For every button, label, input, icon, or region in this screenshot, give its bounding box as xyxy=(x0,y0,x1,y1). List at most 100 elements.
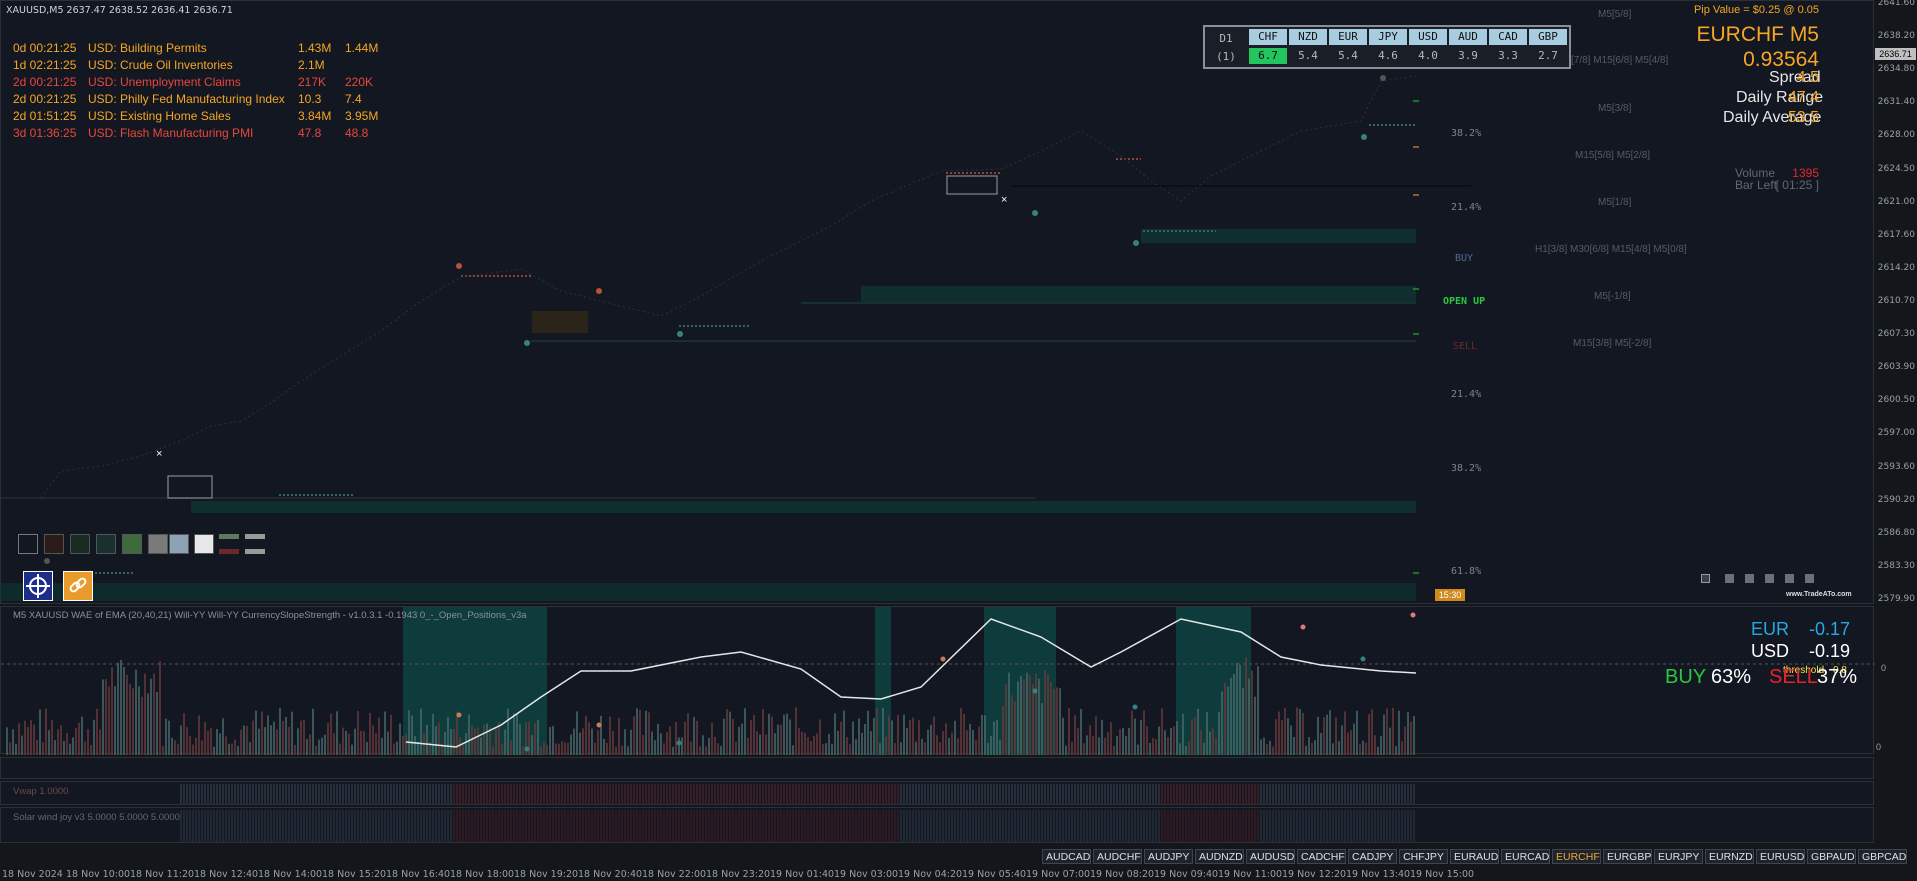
news-time: 1d 02:21:25 xyxy=(13,58,77,72)
indicator-pane[interactable]: M5 XAUUSD WAE of EMA (20,40,21) Will-YY … xyxy=(0,606,1886,755)
time-tick: 18 Nov 23:20 xyxy=(706,869,771,880)
signal-dot xyxy=(1032,688,1038,694)
time-tick: 19 Nov 04:20 xyxy=(898,869,963,880)
usd-strength-label: USD xyxy=(1751,641,1790,661)
signal-dot xyxy=(677,331,683,337)
pair-button-eurcad[interactable]: EURCAD xyxy=(1501,849,1550,864)
sell-percent-label: SELL xyxy=(1769,666,1818,688)
color-swatch[interactable] xyxy=(194,534,214,554)
panel-toggle[interactable] xyxy=(1765,574,1774,583)
usd-strength-value: -0.19 xyxy=(1809,641,1851,661)
signal-dot xyxy=(44,558,50,564)
murrey-label: M15[5/8] M5[2/8] xyxy=(1575,150,1651,161)
currency-strength-table: D1 (1) CHF NZD EUR JPY USD AUD CAD GBP 6.7 5.4 5.… xyxy=(1203,25,1571,69)
news-previous: 1.44M xyxy=(345,41,379,55)
news-forecast: 217K xyxy=(298,75,327,89)
pair-button-chfjpy[interactable]: CHFJPY xyxy=(1399,849,1448,864)
color-swatch[interactable] xyxy=(219,534,239,539)
pair-button-eurusd[interactable]: EURUSD xyxy=(1756,849,1805,864)
buy-percent-label: BUY xyxy=(1665,666,1707,688)
pair-button-audcad[interactable]: AUDCAD xyxy=(1042,849,1091,864)
price-tick: 2597.00 xyxy=(1877,428,1915,439)
pair-button-euraud[interactable]: EURAUD xyxy=(1450,849,1499,864)
color-swatch[interactable] xyxy=(245,549,265,554)
color-swatch[interactable] xyxy=(44,534,64,554)
signal-dot xyxy=(1360,656,1366,662)
signal-dot xyxy=(1132,704,1138,710)
link-icon[interactable] xyxy=(63,571,93,601)
murrey-label: M15[3/8] M5[-2/8] xyxy=(1573,338,1652,349)
panel-toggle[interactable] xyxy=(1785,574,1794,583)
murrey-label: M5[1/8] xyxy=(1598,197,1632,208)
vwap-canvas xyxy=(180,784,1415,804)
strength-value: 2.7 xyxy=(1538,49,1558,62)
color-swatch[interactable] xyxy=(18,534,38,554)
vwap-title: Vwap 1.0000 xyxy=(13,786,69,797)
eur-strength-value: -0.17 xyxy=(1809,619,1851,639)
news-previous: 7.4 xyxy=(345,92,362,106)
signal-dot xyxy=(940,656,946,662)
news-event: USD: Philly Fed Manufacturing Index xyxy=(88,92,285,106)
pair-button-eurnzd[interactable]: EURNZD xyxy=(1705,849,1754,864)
time-tick: 19 Nov 12:20 xyxy=(1282,869,1347,880)
pair-button-eurchf[interactable]: EURCHF xyxy=(1552,849,1601,864)
pair-button-cadchf[interactable]: CADCHF xyxy=(1297,849,1346,864)
range-box xyxy=(532,311,588,333)
news-previous: 3.95M xyxy=(345,109,379,123)
pair-button-cadjpy[interactable]: CADJPY xyxy=(1348,849,1397,864)
sell-signal-label: SELL xyxy=(1453,341,1478,352)
signal-dot xyxy=(596,288,602,294)
main-chart-pane[interactable]: × × XAUUSD,M5 2637.47 2638.52 2636.41 26… xyxy=(0,0,1874,604)
time-tick: 18 Nov 2024 xyxy=(2,869,63,880)
panel-toggle[interactable] xyxy=(1745,574,1754,583)
time-tick: 19 Nov 01:40 xyxy=(770,869,835,880)
pair-button-audchf[interactable]: AUDCHF xyxy=(1093,849,1142,864)
murrey-label: M5[3/8] xyxy=(1598,103,1632,114)
pair-button-eurgbp[interactable]: EURGBP xyxy=(1603,849,1652,864)
time-tick: 18 Nov 18:00 xyxy=(450,869,515,880)
pair-button-gbpcad[interactable]: GBPCAD xyxy=(1858,849,1907,864)
news-event: USD: Flash Manufacturing PMI xyxy=(88,126,254,140)
color-swatch[interactable] xyxy=(245,534,265,539)
pair-button-eurjpy[interactable]: EURJPY xyxy=(1654,849,1703,864)
color-swatch[interactable] xyxy=(219,549,239,554)
crosshair-icon[interactable] xyxy=(23,571,53,601)
news-event: USD: Crude Oil Inventories xyxy=(88,58,233,72)
strength-value: 3.3 xyxy=(1498,49,1518,62)
range-box xyxy=(167,475,213,499)
signal-dot xyxy=(1300,624,1306,630)
pair-button-audnzd[interactable]: AUDNZD xyxy=(1195,849,1244,864)
solar-title: Solar wind joy v3 5.0000 5.0000 5.0000 xyxy=(13,812,180,823)
panel-toggle[interactable] xyxy=(1725,574,1734,583)
color-swatch[interactable] xyxy=(122,534,142,554)
news-forecast: 10.3 xyxy=(298,92,322,106)
price-tick: 2628.00 xyxy=(1877,130,1915,141)
signal-dot xyxy=(1361,134,1367,140)
bottom-zone xyxy=(1,583,1416,601)
price-tick: 2631.40 xyxy=(1877,97,1915,108)
pair-button-gbpaud[interactable]: GBPAUD xyxy=(1807,849,1856,864)
color-swatch[interactable] xyxy=(169,534,189,554)
solar-wind-pane[interactable]: Solar wind joy v3 5.0000 5.0000 5.0000 xyxy=(0,807,1874,843)
strength-currency-header: CHF xyxy=(1249,29,1287,45)
news-forecast: 3.84M xyxy=(298,109,332,123)
news-forecast: 47.8 xyxy=(298,126,322,140)
strength-timeframe: D1 xyxy=(1219,32,1233,45)
vwap-pane[interactable]: Vwap 1.0000 xyxy=(0,781,1874,805)
panel-toggle[interactable] xyxy=(1701,574,1710,583)
price-axis: 2641.60 2638.20 2634.80 2631.40 2628.00 2624.… xyxy=(1874,0,1917,604)
color-swatch[interactable] xyxy=(96,534,116,554)
pair-button-audjpy[interactable]: AUDJPY xyxy=(1144,849,1193,864)
murrey-label: M5[5/8] xyxy=(1598,9,1632,20)
time-tick: 19 Nov 11:00 xyxy=(1218,869,1283,880)
brand-label: www.TradeATo.com xyxy=(1786,591,1852,598)
strength-value: 4.0 xyxy=(1418,49,1438,62)
open-up-label: OPEN UP xyxy=(1443,296,1486,307)
price-tick: 2607.30 xyxy=(1877,329,1915,340)
empty-sub-pane[interactable] xyxy=(0,757,1874,779)
panel-toggle[interactable] xyxy=(1805,574,1814,583)
time-tick: 18 Nov 12:40 xyxy=(194,869,259,880)
color-swatch[interactable] xyxy=(70,534,90,554)
pair-button-audusd[interactable]: AUDUSD xyxy=(1246,849,1295,864)
color-swatch[interactable] xyxy=(148,534,168,554)
